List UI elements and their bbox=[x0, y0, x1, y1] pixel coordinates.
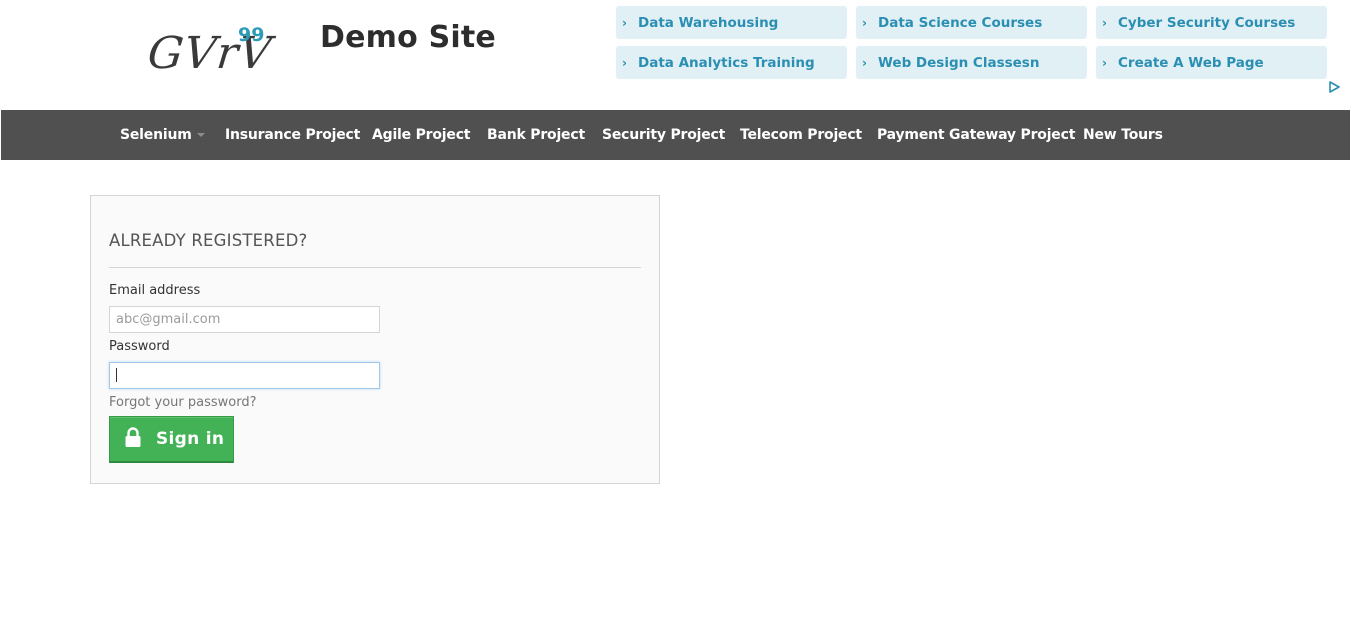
password-field[interactable] bbox=[109, 362, 380, 389]
nav-item-telecom-project[interactable]: Telecom Project bbox=[740, 110, 862, 160]
ad-link-label: Create A Web Page bbox=[1118, 54, 1264, 71]
nav-item-new-tours[interactable]: New Tours bbox=[1083, 110, 1163, 160]
ad-link-web-design-classes[interactable]: › Web Design Classesn bbox=[856, 46, 1087, 79]
ad-link-label: Web Design Classesn bbox=[878, 54, 1040, 71]
chevron-right-icon: › bbox=[1102, 15, 1107, 30]
sign-in-button[interactable]: Sign in bbox=[109, 416, 234, 463]
lock-icon bbox=[125, 427, 141, 447]
ad-link-create-a-web-page[interactable]: › Create A Web Page bbox=[1096, 46, 1327, 79]
login-heading: ALREADY REGISTERED? bbox=[109, 231, 308, 250]
heading-divider bbox=[109, 267, 641, 268]
nav-item-payment-gateway-project[interactable]: Payment Gateway Project bbox=[877, 110, 1075, 160]
ad-link-label: Data Warehousing bbox=[638, 14, 779, 31]
chevron-right-icon: › bbox=[622, 55, 627, 70]
chevron-right-icon: › bbox=[862, 55, 867, 70]
site-title: Demo Site bbox=[320, 20, 496, 55]
login-panel: ALREADY REGISTERED? Email address Passwo… bbox=[90, 195, 660, 484]
chevron-right-icon: › bbox=[622, 15, 627, 30]
nav-item-bank-project[interactable]: Bank Project bbox=[487, 110, 585, 160]
email-field[interactable] bbox=[109, 306, 380, 333]
email-label: Email address bbox=[109, 283, 201, 298]
main-navbar: Selenium Insurance Project Agile Project… bbox=[1, 110, 1350, 160]
nav-item-agile-project[interactable]: Agile Project bbox=[372, 110, 470, 160]
ad-link-data-analytics-training[interactable]: › Data Analytics Training bbox=[616, 46, 847, 79]
nav-item-label: Selenium bbox=[120, 127, 192, 143]
chevron-right-icon: › bbox=[1102, 55, 1107, 70]
caret-down-icon bbox=[196, 133, 205, 137]
nav-item-security-project[interactable]: Security Project bbox=[602, 110, 725, 160]
nav-item-insurance-project[interactable]: Insurance Project bbox=[225, 110, 360, 160]
ad-link-data-warehousing[interactable]: › Data Warehousing bbox=[616, 6, 847, 39]
ad-link-label: Data Analytics Training bbox=[638, 54, 815, 71]
password-label: Password bbox=[109, 339, 170, 354]
chevron-right-icon: › bbox=[862, 15, 867, 30]
sign-in-label: Sign in bbox=[156, 429, 225, 449]
text-cursor bbox=[116, 368, 117, 382]
adchoices-icon[interactable] bbox=[1328, 81, 1340, 93]
nav-item-selenium[interactable]: Selenium bbox=[120, 110, 205, 160]
guru99-logo[interactable]: GVrV 99 bbox=[145, 22, 276, 82]
ad-link-label: Data Science Courses bbox=[878, 14, 1043, 31]
logo-number: 99 bbox=[238, 24, 265, 46]
forgot-password-link[interactable]: Forgot your password? bbox=[109, 395, 257, 410]
ad-link-data-science-courses[interactable]: › Data Science Courses bbox=[856, 6, 1087, 39]
ad-link-label: Cyber Security Courses bbox=[1118, 14, 1296, 31]
ad-link-cyber-security-courses[interactable]: › Cyber Security Courses bbox=[1096, 6, 1327, 39]
